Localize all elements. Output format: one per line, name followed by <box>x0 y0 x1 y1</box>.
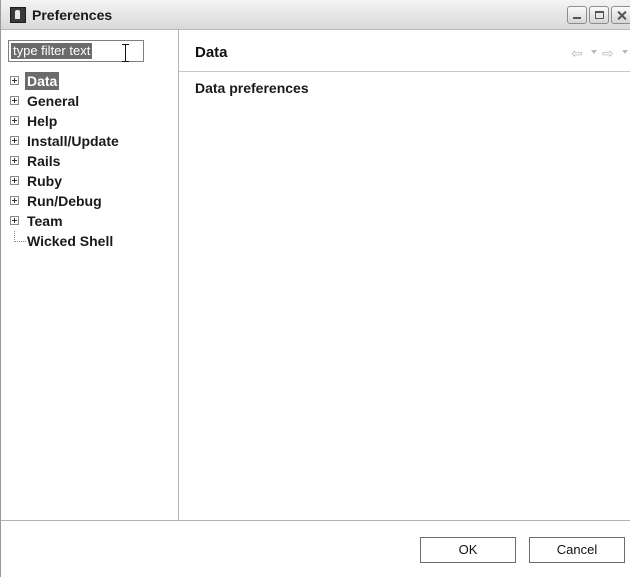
page-description: Data preferences <box>195 80 309 96</box>
expand-icon[interactable] <box>10 136 19 145</box>
expand-icon[interactable] <box>10 156 19 165</box>
tree-item-label: Ruby <box>27 173 62 189</box>
minimize-button[interactable] <box>567 6 587 24</box>
close-button[interactable] <box>611 6 630 24</box>
window-title: Preferences <box>32 7 113 23</box>
tree-item-label: Team <box>27 213 63 229</box>
filter-input-text: type filter text <box>11 43 93 59</box>
preferences-tree: Data General Help Install/Update Rails R… <box>1 71 179 251</box>
back-arrow-icon[interactable]: ⇦ <box>571 46 583 60</box>
page-navigation: ⇦ ⇨ <box>571 46 630 60</box>
tree-item-general[interactable]: General <box>1 91 179 111</box>
title-separator <box>179 71 630 72</box>
app-icon <box>10 7 26 23</box>
title-bar[interactable]: Preferences <box>1 0 630 30</box>
expand-icon[interactable] <box>10 96 19 105</box>
tree-item-rails[interactable]: Rails <box>1 151 179 171</box>
tree-item-label: Help <box>27 113 58 129</box>
expand-icon[interactable] <box>10 176 19 185</box>
tree-item-install-update[interactable]: Install/Update <box>1 131 179 151</box>
expand-icon[interactable] <box>10 116 19 125</box>
tree-item-label: Run/Debug <box>27 193 102 209</box>
tree-item-help[interactable]: Help <box>1 111 179 131</box>
forward-dropdown-icon[interactable] <box>622 50 628 54</box>
maximize-button[interactable] <box>589 6 609 24</box>
ok-button[interactable]: OK <box>420 537 516 563</box>
forward-arrow-icon[interactable]: ⇨ <box>602 46 614 60</box>
tree-item-label: General <box>27 93 80 109</box>
tree-item-data[interactable]: Data <box>1 71 179 91</box>
tree-item-team[interactable]: Team <box>1 211 179 231</box>
button-bar-separator <box>1 520 630 521</box>
preferences-window: Preferences type filter text Data Genera… <box>0 0 630 577</box>
preferences-tree-panel: type filter text Data General Help Insta… <box>1 30 179 520</box>
page-title: Data <box>195 44 228 61</box>
tree-item-wicked-shell[interactable]: Wicked Shell <box>1 231 179 251</box>
tree-item-label: Wicked Shell <box>27 233 114 249</box>
tree-item-run-debug[interactable]: Run/Debug <box>1 191 179 211</box>
expand-icon[interactable] <box>10 216 19 225</box>
tree-item-label: Rails <box>27 153 61 169</box>
back-dropdown-icon[interactable] <box>591 50 597 54</box>
text-cursor-icon <box>121 44 131 62</box>
tree-connector-icon <box>14 231 26 242</box>
expand-icon[interactable] <box>10 76 19 85</box>
tree-item-label: Install/Update <box>27 133 119 149</box>
cancel-button[interactable]: Cancel <box>529 537 625 563</box>
expand-icon[interactable] <box>10 196 19 205</box>
tree-item-label: Data <box>25 72 60 90</box>
tree-item-ruby[interactable]: Ruby <box>1 171 179 191</box>
preference-page: Data ⇦ ⇨ Data preferences <box>179 30 630 520</box>
